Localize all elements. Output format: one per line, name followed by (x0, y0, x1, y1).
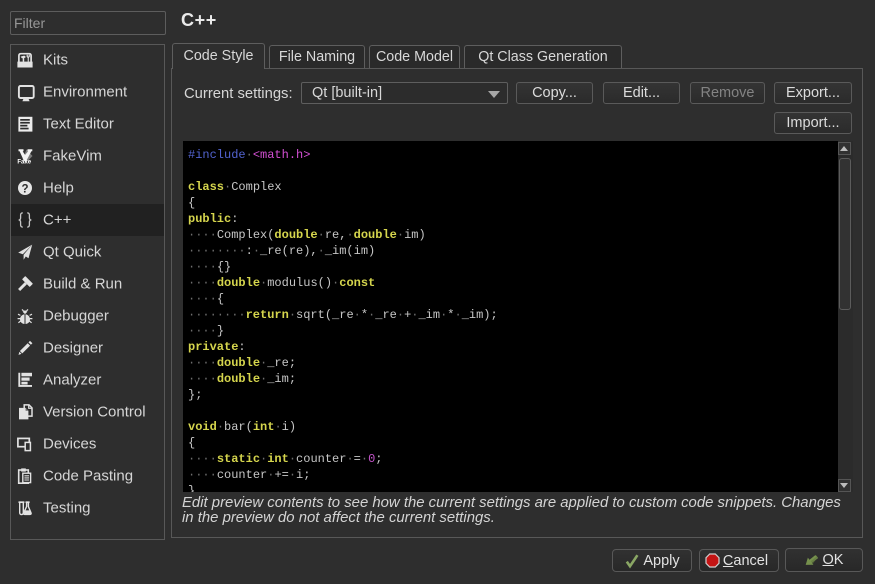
svg-text:Fake: Fake (17, 160, 31, 164)
svg-text:?: ? (21, 183, 28, 195)
